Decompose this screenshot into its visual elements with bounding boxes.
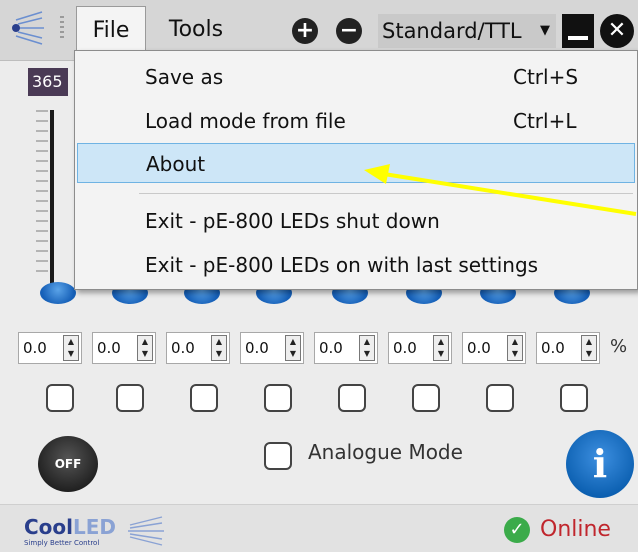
- slider-knob[interactable]: [40, 282, 76, 304]
- annotation-arrow-icon: [364, 164, 637, 216]
- spin-arrows-icon[interactable]: ▲ ▼: [137, 335, 153, 361]
- unit-label: %: [610, 336, 628, 357]
- channel-checkbox[interactable]: [560, 384, 588, 412]
- analogue-mode-label: Analogue Mode: [308, 440, 463, 464]
- spin-arrows-icon[interactable]: ▲ ▼: [581, 335, 597, 361]
- minimize-button[interactable]: [562, 14, 594, 48]
- intensity-spinbox[interactable]: 0.0 ▲ ▼: [92, 332, 156, 364]
- intensity-spinbox[interactable]: 0.0 ▲ ▼: [462, 332, 526, 364]
- slider-ticks: [36, 110, 48, 280]
- spin-arrows-icon[interactable]: ▲ ▼: [63, 335, 79, 361]
- spin-arrows-icon[interactable]: ▲ ▼: [507, 335, 523, 361]
- slider-track: [50, 110, 54, 290]
- app-window: File Tools + − Standard/TTL ▼ ✕ 365 0.0 ▲…: [0, 0, 638, 552]
- off-button[interactable]: OFF: [38, 436, 98, 492]
- status-footer: CoolLED Simply Better Control ✓ Online: [0, 504, 638, 552]
- intensity-value: 0.0: [541, 339, 565, 357]
- menu-item-label: Load mode from file: [145, 109, 346, 133]
- intensity-spinbox[interactable]: 0.0 ▲ ▼: [166, 332, 230, 364]
- coolled-burst-icon: [12, 11, 44, 45]
- menu-item-label: About: [146, 152, 206, 176]
- spin-arrows-icon[interactable]: ▲ ▼: [359, 335, 375, 361]
- wavelength-tag: 365: [28, 68, 68, 96]
- chevron-down-icon: ▼: [540, 23, 550, 38]
- menu-item-load-mode[interactable]: Load mode from file Ctrl+L: [77, 101, 635, 141]
- brand-led: LED: [73, 515, 117, 539]
- brand-cool: Cool: [24, 515, 74, 539]
- menu-item-exit-leds-on[interactable]: Exit - pE-800 LEDs on with last settings: [77, 245, 635, 285]
- channel-checkbox[interactable]: [116, 384, 144, 412]
- intensity-spinbox[interactable]: 0.0 ▲ ▼: [240, 332, 304, 364]
- brand-tagline: Simply Better Control: [24, 539, 100, 547]
- burst-icon: [128, 516, 164, 546]
- close-button[interactable]: ✕: [600, 14, 634, 48]
- channel-checkbox[interactable]: [338, 384, 366, 412]
- spin-arrows-icon[interactable]: ▲ ▼: [211, 335, 227, 361]
- analogue-mode-checkbox[interactable]: [264, 442, 292, 470]
- minus-icon[interactable]: −: [336, 18, 362, 44]
- channel-checkbox[interactable]: [46, 384, 74, 412]
- menu-item-save-as[interactable]: Save as Ctrl+S: [77, 57, 635, 97]
- intensity-spinbox[interactable]: 0.0 ▲ ▼: [18, 332, 82, 364]
- coolled-logo: CoolLED Simply Better Control: [24, 515, 164, 549]
- intensity-value: 0.0: [23, 339, 47, 357]
- intensity-value: 0.0: [393, 339, 417, 357]
- intensity-value: 0.0: [97, 339, 121, 357]
- channel-checkbox[interactable]: [412, 384, 440, 412]
- menu-item-shortcut: Ctrl+S: [513, 65, 579, 89]
- intensity-value: 0.0: [245, 339, 269, 357]
- menu-tools[interactable]: Tools: [156, 6, 236, 54]
- intensity-spinbox[interactable]: 0.0 ▲ ▼: [314, 332, 378, 364]
- toolbar-grip[interactable]: [60, 16, 64, 38]
- channel-checkbox[interactable]: [190, 384, 218, 412]
- intensity-value: 0.0: [467, 339, 491, 357]
- channel-checkbox[interactable]: [486, 384, 514, 412]
- channel-slider[interactable]: [24, 110, 76, 310]
- intensity-spinbox[interactable]: 0.0 ▲ ▼: [536, 332, 600, 364]
- menu-item-label: Exit - pE-800 LEDs on with last settings: [145, 253, 539, 277]
- channel-checkbox[interactable]: [264, 384, 292, 412]
- spin-arrows-icon[interactable]: ▲ ▼: [433, 335, 449, 361]
- info-button[interactable]: i: [566, 430, 634, 498]
- mode-select-value: Standard/TTL: [382, 19, 522, 43]
- intensity-value: 0.0: [171, 339, 195, 357]
- spin-arrows-icon[interactable]: ▲ ▼: [285, 335, 301, 361]
- menu-item-shortcut: Ctrl+L: [513, 109, 577, 133]
- intensity-value: 0.0: [319, 339, 343, 357]
- plus-icon[interactable]: +: [292, 18, 318, 44]
- mode-select[interactable]: Standard/TTL ▼: [378, 14, 556, 48]
- status-online: Online: [540, 517, 611, 542]
- intensity-spinbox[interactable]: 0.0 ▲ ▼: [388, 332, 452, 364]
- menu-item-label: Save as: [145, 65, 224, 89]
- check-icon: ✓: [504, 517, 530, 543]
